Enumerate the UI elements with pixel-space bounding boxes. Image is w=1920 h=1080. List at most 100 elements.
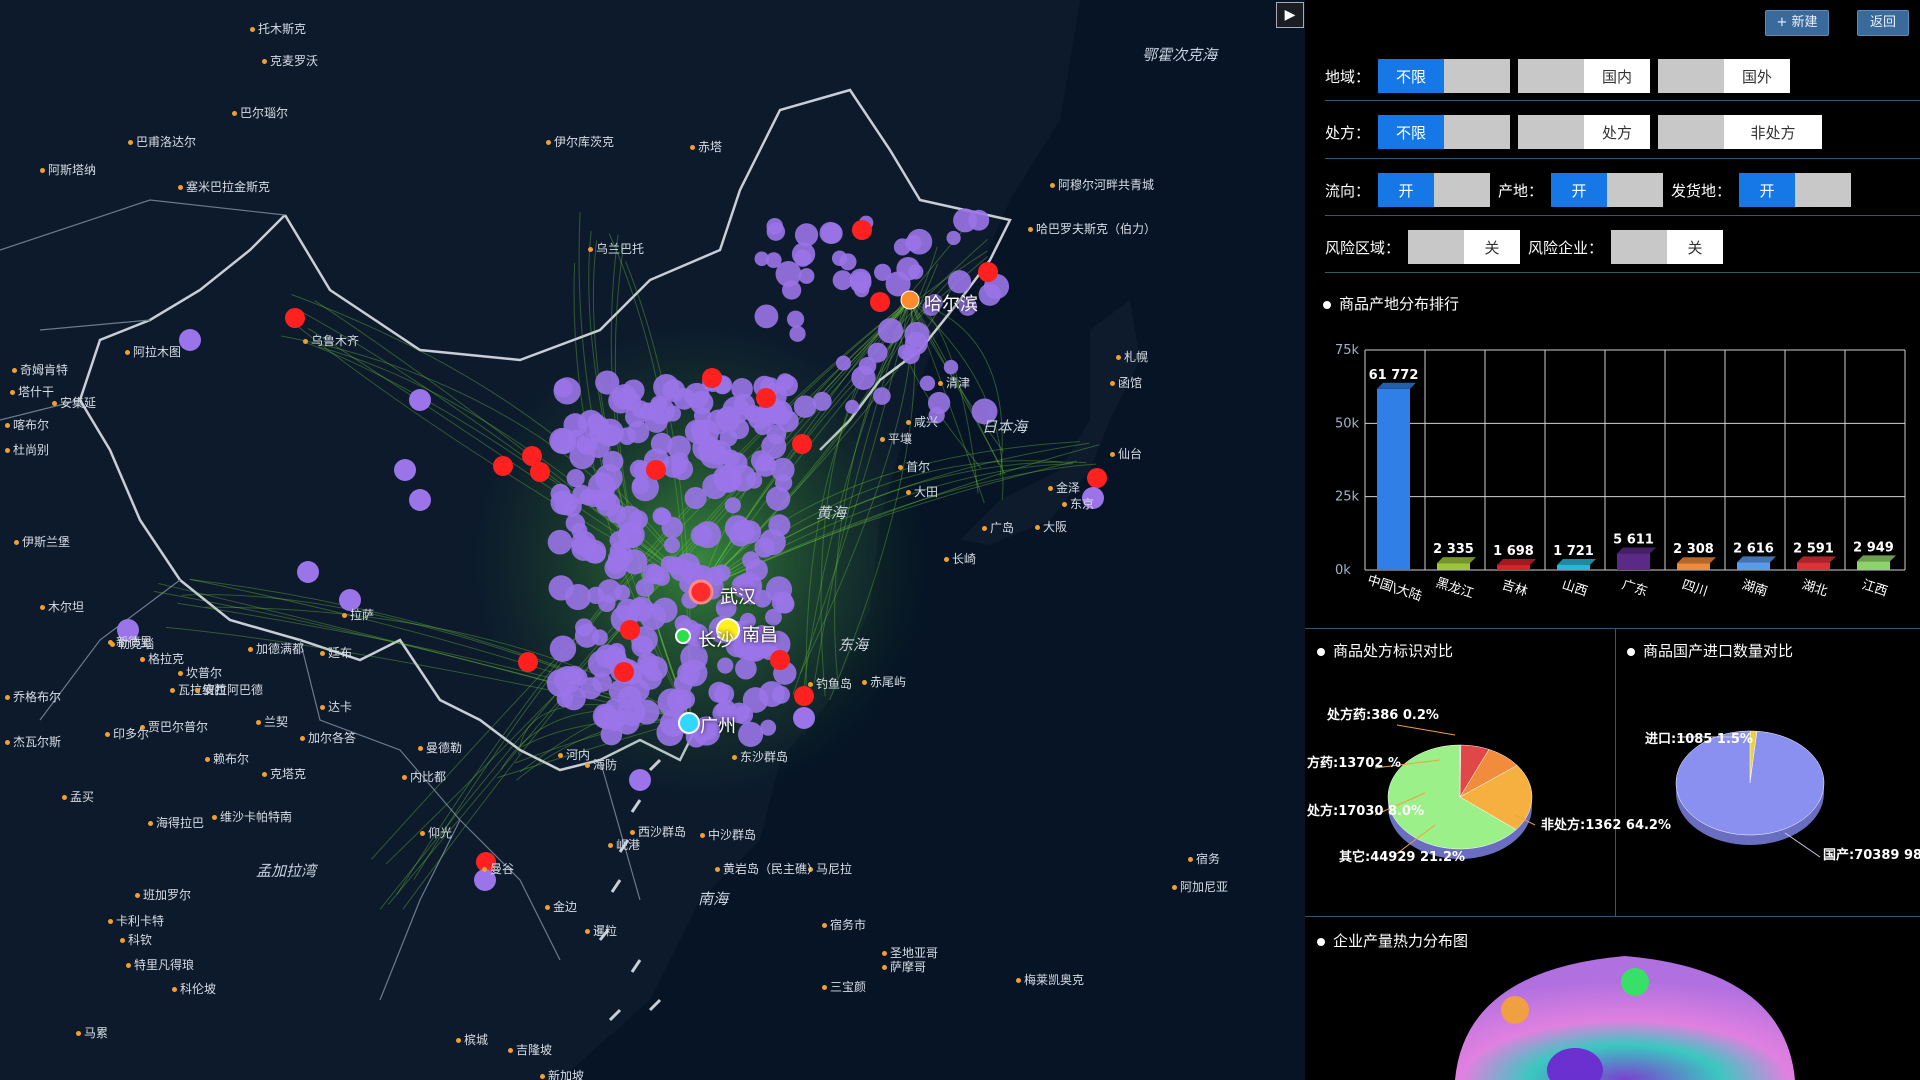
city-dot-icon [170, 688, 175, 693]
bar-4[interactable] [1617, 553, 1650, 570]
city-dot-icon [303, 339, 308, 344]
city-dot-icon [906, 490, 911, 495]
hub-label[interactable]: 长沙 [698, 626, 734, 652]
city-label: 函馆 [1110, 376, 1142, 390]
city-label: 伊斯兰堡 [14, 535, 70, 549]
city-label: 克塔克 [262, 767, 306, 781]
category-label: 湖北 [1800, 578, 1829, 600]
city-name: 赤尾屿 [870, 675, 907, 689]
city-name: 宿务 [1196, 852, 1221, 866]
origin-dot [768, 514, 791, 537]
city-name: 赤塔 [698, 140, 723, 154]
origin-dot [629, 769, 651, 791]
city-name: 喀布尔 [13, 418, 50, 432]
city-label: 加德满都 [248, 642, 304, 656]
city-label: 槟城 [456, 1033, 488, 1047]
bar-2[interactable] [1497, 565, 1530, 570]
rx-option-all[interactable]: 不限 [1378, 115, 1511, 149]
origin-dot [609, 531, 628, 550]
rx-label-2: 处方:17030 8.0% [1307, 804, 1425, 819]
bar-0[interactable] [1377, 388, 1410, 570]
city-dot-icon [1110, 381, 1115, 386]
city-label: 宿务市 [822, 918, 866, 932]
origin-dot [553, 377, 581, 405]
city-dot-icon [140, 657, 145, 662]
origin-dot [587, 586, 605, 604]
filter-origin-label: 产地： [1498, 181, 1544, 200]
city-name: 暹粒 [593, 924, 618, 938]
hub-label[interactable]: 广州 [700, 712, 736, 738]
risk-dot [770, 650, 790, 670]
city-name: 哈巴罗夫斯克（伯力） [1036, 222, 1157, 236]
origin-dot [791, 242, 816, 266]
bar-7[interactable] [1797, 562, 1830, 570]
bar-5[interactable] [1677, 563, 1710, 570]
city-name: 奇姆肯特 [20, 363, 69, 377]
city-dot-icon [808, 682, 813, 687]
region-option-all[interactable]: 不限 [1378, 59, 1511, 93]
city-name: 阿穆尔河畔共青城 [1058, 178, 1155, 192]
city-dot-icon [545, 905, 550, 910]
origin-toggle-state: 开 [1551, 173, 1608, 207]
city-dot-icon [882, 965, 887, 970]
city-label: 宿务 [1188, 852, 1220, 866]
rx-label-1: 方药:13702 % [1307, 756, 1401, 771]
city-name: 乌鲁木齐 [311, 334, 360, 348]
risk-area-toggle[interactable]: 关 [1408, 230, 1521, 264]
bar-3[interactable] [1557, 564, 1590, 570]
bar-8[interactable] [1857, 561, 1890, 570]
origin-dot [746, 472, 763, 489]
back-button[interactable]: 返回 [1857, 10, 1909, 36]
rx-option-otc[interactable]: 非处方 [1658, 115, 1823, 149]
risk-dot [702, 368, 722, 388]
city-label: 广岛 [982, 521, 1014, 535]
city-label: 克麦罗沃 [262, 54, 318, 68]
origin-dot [742, 687, 769, 713]
new-button[interactable]: + 新建 [1765, 10, 1829, 36]
bar-top-7 [1797, 556, 1836, 563]
play-button[interactable]: ▶ [1276, 2, 1304, 28]
origin-dot [179, 329, 201, 351]
city-label: 圣地亚哥 [882, 946, 938, 960]
city-dot-icon [120, 938, 125, 943]
city-dot-icon [418, 746, 423, 751]
city-label: 哈巴罗夫斯克（伯力） [1028, 222, 1156, 236]
city-dot-icon [822, 985, 827, 990]
origin-toggle[interactable]: 开 [1551, 173, 1664, 207]
hub-label[interactable]: 武汉 [720, 583, 756, 609]
risk-dot [620, 620, 640, 640]
flow-toggle[interactable]: 开 [1378, 173, 1491, 207]
city-dot-icon [10, 390, 15, 395]
city-name: 加德满都 [256, 642, 305, 656]
ship-toggle[interactable]: 开 [1739, 173, 1852, 207]
origin-dot [608, 680, 631, 702]
risk-company-toggle[interactable]: 关 [1611, 230, 1724, 264]
city-label: 马累 [76, 1026, 108, 1040]
city-label: 阿拉木图 [125, 345, 181, 359]
city-dot-icon [195, 688, 200, 693]
city-dot-icon [250, 27, 255, 32]
city-name: 巴甫洛达尔 [136, 135, 197, 149]
city-name: 曼德勒 [426, 741, 463, 755]
ship-toggle-state: 开 [1739, 173, 1796, 207]
city-dot-icon [1110, 452, 1115, 457]
bar-1[interactable] [1437, 563, 1470, 570]
hub-label[interactable]: 哈尔滨 [924, 290, 978, 316]
origin-dot [766, 222, 786, 241]
y-tick-label: 25k [1335, 490, 1360, 505]
region-option-foreign[interactable]: 国外 [1658, 59, 1791, 93]
city-label: 塔什干 [10, 385, 54, 399]
origin-dot [770, 457, 795, 482]
bar-6[interactable] [1737, 562, 1770, 570]
city-dot-icon [205, 757, 210, 762]
city-dot-icon [5, 423, 10, 428]
city-dot-icon [608, 843, 613, 848]
city-dot-icon [862, 680, 867, 685]
origin-dot [409, 389, 431, 411]
region-option-domestic[interactable]: 国内 [1518, 59, 1651, 93]
rx-option-rx[interactable]: 处方 [1518, 115, 1651, 149]
city-name: 中沙群岛 [708, 828, 757, 842]
city-label: 阿斯塔纳 [40, 163, 96, 177]
map-view[interactable]: 托木斯克 克麦罗沃 巴尔瑙尔 巴甫洛达尔 阿斯塔纳 塞米巴拉金斯克 伊尔库茨克 赤塔 乌兰巴托阿… [0, 0, 1305, 1080]
hub-label[interactable]: 南昌 [742, 621, 778, 647]
